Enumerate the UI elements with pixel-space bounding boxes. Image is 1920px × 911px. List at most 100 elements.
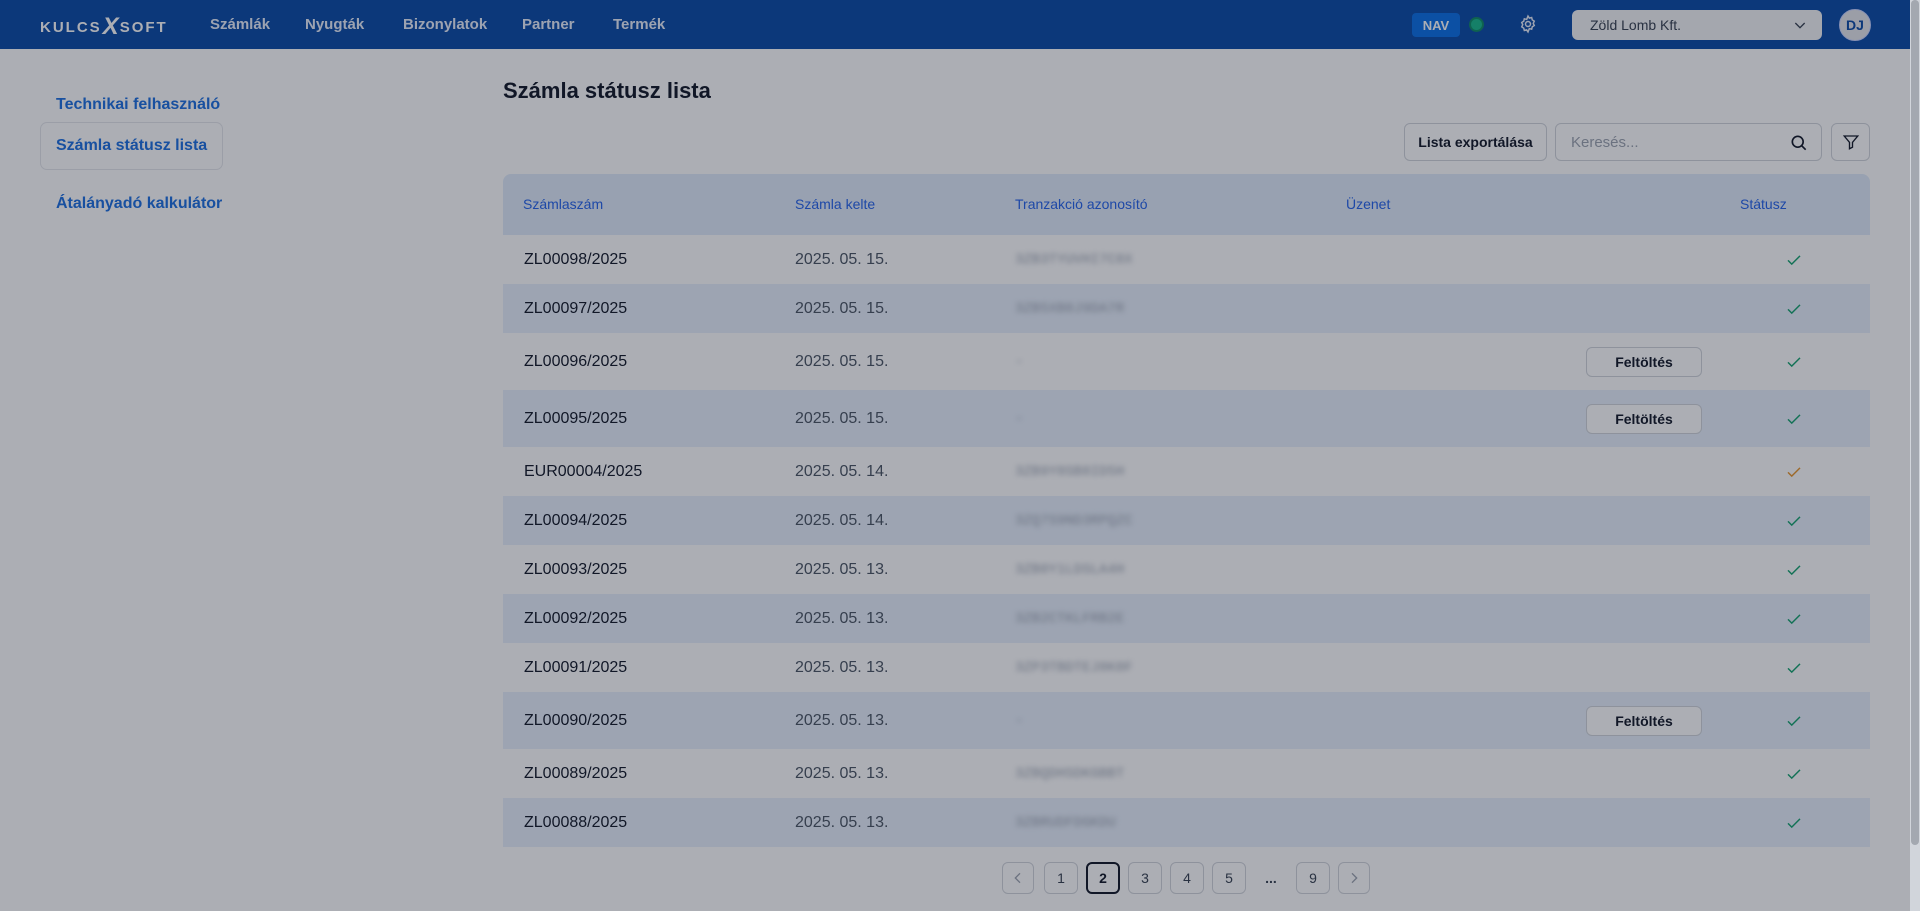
upload-button[interactable]: Feltöltés: [1586, 706, 1702, 736]
upload-button[interactable]: Feltöltés: [1586, 404, 1702, 434]
invoice-date: 2025. 05. 15.: [795, 410, 889, 427]
table-row[interactable]: ZL00098/2025 2025. 05. 15. 3ZB3TYUVHI7C8X: [503, 235, 1870, 284]
transaction-id: 3ZB5XB0J9DA7R: [1015, 301, 1125, 317]
transaction-id: 3ZB2CTKLFRB2E: [1015, 611, 1125, 627]
transaction-id: -: [1015, 411, 1024, 427]
scrollbar-thumb[interactable]: [1911, 0, 1919, 845]
column-header-tranzakcio-azonosito[interactable]: Tranzakció azonosító: [1015, 196, 1148, 212]
check-icon: [1787, 255, 1801, 266]
nav-item-bizonylatok[interactable]: Bizonylatok: [403, 16, 487, 33]
nav-connection-badge[interactable]: NAV: [1412, 13, 1460, 37]
column-header-statusz[interactable]: Státusz: [1740, 196, 1787, 212]
table-row[interactable]: ZL00088/2025 2025. 05. 13. 3ZBRUDFDGKDU: [503, 798, 1870, 847]
table-row[interactable]: ZL00096/2025 2025. 05. 15. - Feltöltés: [503, 333, 1870, 390]
invoice-date: 2025. 05. 13.: [795, 561, 889, 578]
page-button-5[interactable]: 5: [1212, 862, 1246, 894]
nav-item-nyugtak[interactable]: Nyugták: [305, 16, 364, 33]
page-button-3[interactable]: 3: [1128, 862, 1162, 894]
invoice-date: 2025. 05. 15.: [795, 251, 889, 268]
chevron-down-icon: [1794, 22, 1806, 29]
invoice-date: 2025. 05. 14.: [795, 512, 889, 529]
table-row[interactable]: ZL00090/2025 2025. 05. 13. - Feltöltés: [503, 692, 1870, 749]
logo-text-right: SOFT: [119, 18, 168, 36]
check-icon: [1787, 565, 1801, 576]
transaction-id: 3ZBRUDFDGKDU: [1015, 815, 1116, 831]
invoice-number: ZL00094/2025: [524, 512, 628, 529]
transaction-id: 3ZB3TYUVHI7C8X: [1015, 252, 1133, 268]
check-icon: [1787, 357, 1801, 368]
invoice-number: ZL00095/2025: [524, 410, 628, 427]
column-header-uzenet[interactable]: Üzenet: [1346, 196, 1390, 212]
nav-item-partner[interactable]: Partner: [522, 16, 575, 33]
invoice-status-table: Számlaszám Számla kelte Tranzakció azono…: [503, 174, 1870, 847]
sidebar-item-szamla-statusz-lista[interactable]: Számla státusz lista: [41, 123, 223, 169]
transaction-id: -: [1015, 354, 1024, 370]
check-icon: [1787, 716, 1801, 727]
table-body: ZL00098/2025 2025. 05. 15. 3ZB3TYUVHI7C8X Z…: [503, 235, 1870, 847]
invoice-number: ZL00096/2025: [524, 353, 628, 370]
table-row[interactable]: ZL00091/2025 2025. 05. 13. 3ZP3TBDTEJ8K0F: [503, 643, 1870, 692]
previous-page-button[interactable]: [1002, 862, 1034, 894]
page-button-2[interactable]: 2: [1086, 862, 1120, 894]
table-row[interactable]: ZL00095/2025 2025. 05. 15. - Feltöltés: [503, 390, 1870, 447]
chevron-right-icon: [1351, 872, 1358, 884]
pagination-ellipsis: ...: [1265, 870, 1277, 886]
next-page-button[interactable]: [1338, 862, 1370, 894]
table-row[interactable]: EUR00004/2025 2025. 05. 14. 3ZB9Y0SB8ID5H: [503, 447, 1870, 496]
invoice-number: EUR00004/2025: [524, 463, 643, 480]
invoice-number: ZL00091/2025: [524, 659, 628, 676]
table-row[interactable]: ZL00093/2025 2025. 05. 13. 3ZB0Y1LDSLA4H: [503, 545, 1870, 594]
sidebar-item-atalanyado-kalkulator[interactable]: Átalányadó kalkulátor: [41, 181, 237, 227]
search-input[interactable]: [1571, 124, 1786, 160]
company-select[interactable]: Zöld Lomb Kft.: [1572, 10, 1822, 40]
column-header-szamlaszam[interactable]: Számlaszám: [523, 196, 603, 212]
check-icon: [1787, 818, 1801, 829]
check-icon: [1787, 769, 1801, 780]
page-button-4[interactable]: 4: [1170, 862, 1204, 894]
transaction-id: 3ZQ7S9ND3RPQZC: [1015, 513, 1133, 529]
invoice-number: ZL00088/2025: [524, 814, 628, 831]
invoice-date: 2025. 05. 15.: [795, 300, 889, 317]
check-icon: [1787, 304, 1801, 315]
logo-text-left: KULCS: [40, 18, 102, 36]
invoice-date: 2025. 05. 15.: [795, 353, 889, 370]
search-icon[interactable]: [1789, 133, 1809, 153]
table-row[interactable]: ZL00094/2025 2025. 05. 14. 3ZQ7S9ND3RPQZC: [503, 496, 1870, 545]
invoice-number: ZL00098/2025: [524, 251, 628, 268]
upload-button[interactable]: Feltöltés: [1586, 347, 1702, 377]
filter-button[interactable]: [1831, 123, 1870, 161]
table-row[interactable]: ZL00092/2025 2025. 05. 13. 3ZB2CTKLFRB2E: [503, 594, 1870, 643]
top-navigation: KULCS X SOFT Számlák Nyugták Bizonylatok…: [0, 0, 1920, 49]
invoice-date: 2025. 05. 13.: [795, 659, 889, 676]
check-icon: [1787, 614, 1801, 625]
gear-icon[interactable]: [1518, 14, 1538, 34]
check-icon: [1787, 414, 1801, 425]
page-button-1[interactable]: 1: [1044, 862, 1078, 894]
logo-x-mark: X: [102, 13, 119, 40]
user-avatar[interactable]: DJ: [1839, 9, 1871, 41]
table-row[interactable]: ZL00089/2025 2025. 05. 13. 3ZBQDHSDKGBBT: [503, 749, 1870, 798]
table-header: Számlaszám Számla kelte Tranzakció azono…: [503, 174, 1870, 235]
transaction-id: 3ZB0Y1LDSLA4H: [1015, 562, 1125, 578]
export-list-button[interactable]: Lista exportálása: [1404, 123, 1547, 161]
sidebar-item-technikai-felhasznalo[interactable]: Technikai felhasználó: [41, 82, 235, 128]
kulcs-soft-logo[interactable]: KULCS X SOFT: [40, 15, 168, 39]
invoice-date: 2025. 05. 14.: [795, 463, 889, 480]
invoice-number: ZL00090/2025: [524, 712, 628, 729]
search-box: [1555, 123, 1822, 161]
warning-check-icon: [1787, 467, 1801, 478]
page-button-9[interactable]: 9: [1296, 862, 1330, 894]
company-select-value: Zöld Lomb Kft.: [1590, 17, 1682, 33]
transaction-id: -: [1015, 713, 1024, 729]
invoice-date: 2025. 05. 13.: [795, 712, 889, 729]
check-icon: [1787, 663, 1801, 674]
table-row[interactable]: ZL00097/2025 2025. 05. 15. 3ZB5XB0J9DA7R: [503, 284, 1870, 333]
page-title: Számla státusz lista: [503, 78, 711, 103]
nav-item-szamlak[interactable]: Számlák: [210, 16, 270, 33]
invoice-number: ZL00089/2025: [524, 765, 628, 782]
invoice-date: 2025. 05. 13.: [795, 765, 889, 782]
invoice-number: ZL00092/2025: [524, 610, 628, 627]
nav-item-termek[interactable]: Termék: [613, 16, 665, 33]
filter-icon: [1842, 135, 1860, 150]
column-header-szamla-kelte[interactable]: Számla kelte: [795, 196, 875, 212]
